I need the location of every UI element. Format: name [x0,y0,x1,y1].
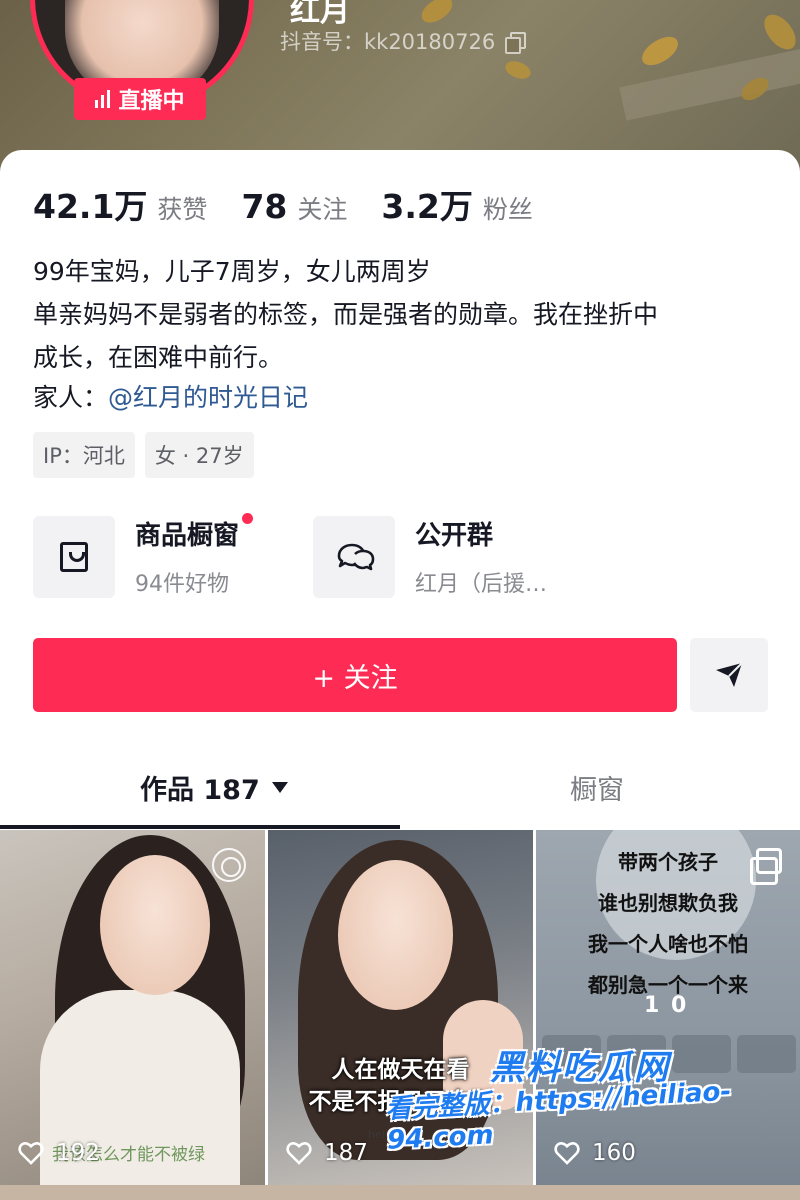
stat-likes[interactable]: 42.1万 获赞 [33,180,207,228]
stat-likes-value: 42.1万 [33,187,148,226]
video-thumbnail[interactable]: 我该怎么才能不被绿 192 [0,830,265,1185]
stat-followers-label: 粉丝 [482,195,533,224]
tab-shop-window[interactable]: 橱窗 [570,768,624,807]
stat-following-label: 关注 [297,195,348,224]
video-text-line: 带两个孩子 [618,850,718,874]
family-mention-link[interactable]: @红月的时光日记 [108,383,308,412]
gender-age-tag: 女 · 27岁 [144,432,254,478]
family-row: 家人：@红月的时光日记 [33,378,308,414]
shop-window-subtitle: 94件好物 [135,572,229,597]
tab-works-label: 作品 187 [140,775,260,806]
heart-icon [286,1142,312,1165]
stat-following-value: 78 [241,187,288,226]
copy-icon[interactable] [505,32,527,54]
chat-bubbles-icon [337,543,375,570]
video-likes: 187 [286,1140,368,1166]
profile-header-background: 直播中 红月 抖音号：kk20180726 [0,0,800,175]
video-text-lines: 带两个孩子 谁也别想欺负我 我一个人啥也不怕 都别急一个一个来 [536,842,800,1006]
stats-row: 42.1万 获赞 78 关注 3.2万 粉丝 [33,180,533,228]
next-row-preview [0,1185,800,1200]
stat-followers[interactable]: 3.2万 粉丝 [381,180,532,228]
active-tab-indicator [0,825,400,829]
leaf-decoration [502,56,534,84]
profile-tags: IP：河北 女 · 27岁 [33,432,254,478]
live-signal-icon [95,90,111,108]
profile-bio: 99年宝妈，儿子7周岁，女儿两周岁 单亲妈妈不是弱者的标签，而是强者的勋章。我在… [33,250,773,379]
douyin-id-text: 抖音号：kk20180726 [280,30,496,54]
notification-dot [242,513,254,524]
leaf-decoration [417,0,457,27]
bio-line: 成长，在困难中前行。 [33,343,284,372]
family-label: 家人： [33,383,109,412]
caret-down-icon[interactable] [271,782,288,793]
content-tabs: 作品 187 橱窗 [0,750,800,830]
live-photo-icon [212,848,246,882]
video-likes: 192 [18,1140,100,1166]
live-badge[interactable]: 直播中 [74,78,206,120]
send-icon [716,662,743,687]
public-group-subtitle: 红月（后援… [415,572,548,597]
heart-icon [18,1142,44,1165]
douyin-id-row[interactable]: 抖音号：kk20180726 [280,26,527,56]
video-likes-count: 187 [324,1140,368,1166]
video-text-line: 我一个人啥也不怕 [588,932,748,956]
ip-location-tag: IP：河北 [33,432,135,478]
video-likes-count: 192 [56,1140,100,1166]
follow-button[interactable]: + 关注 [33,638,677,712]
public-group-entry[interactable]: 公开群 红月（后援… [313,515,547,598]
bio-line: 单亲妈妈不是弱者的标签，而是强者的勋章。我在挫折中 [33,300,659,329]
public-group-title: 公开群 [415,521,494,551]
shop-window-title: 商品橱窗 [135,513,254,552]
leaf-decoration [759,8,800,56]
shop-window-entry[interactable]: 商品橱窗 94件好物 [33,513,254,598]
thumbnail-face [338,860,453,1010]
live-badge-label: 直播中 [118,89,185,114]
shopping-bag-icon [60,541,88,572]
stat-following[interactable]: 78 关注 [241,187,347,226]
video-digits: 1 0 [644,993,689,1018]
tab-works[interactable]: 作品 187 [140,768,288,807]
shop-icon-box [33,515,115,598]
video-text-line: 谁也别想欺负我 [598,891,738,915]
stat-followers-value: 3.2万 [381,187,473,226]
group-icon-box [313,515,395,598]
leaf-decoration [637,32,683,70]
thumbnail-face [100,855,210,995]
share-button[interactable] [690,638,768,712]
bio-line: 99年宝妈，儿子7周岁，女儿两周岁 [33,257,431,286]
stat-likes-label: 获赞 [157,195,208,224]
